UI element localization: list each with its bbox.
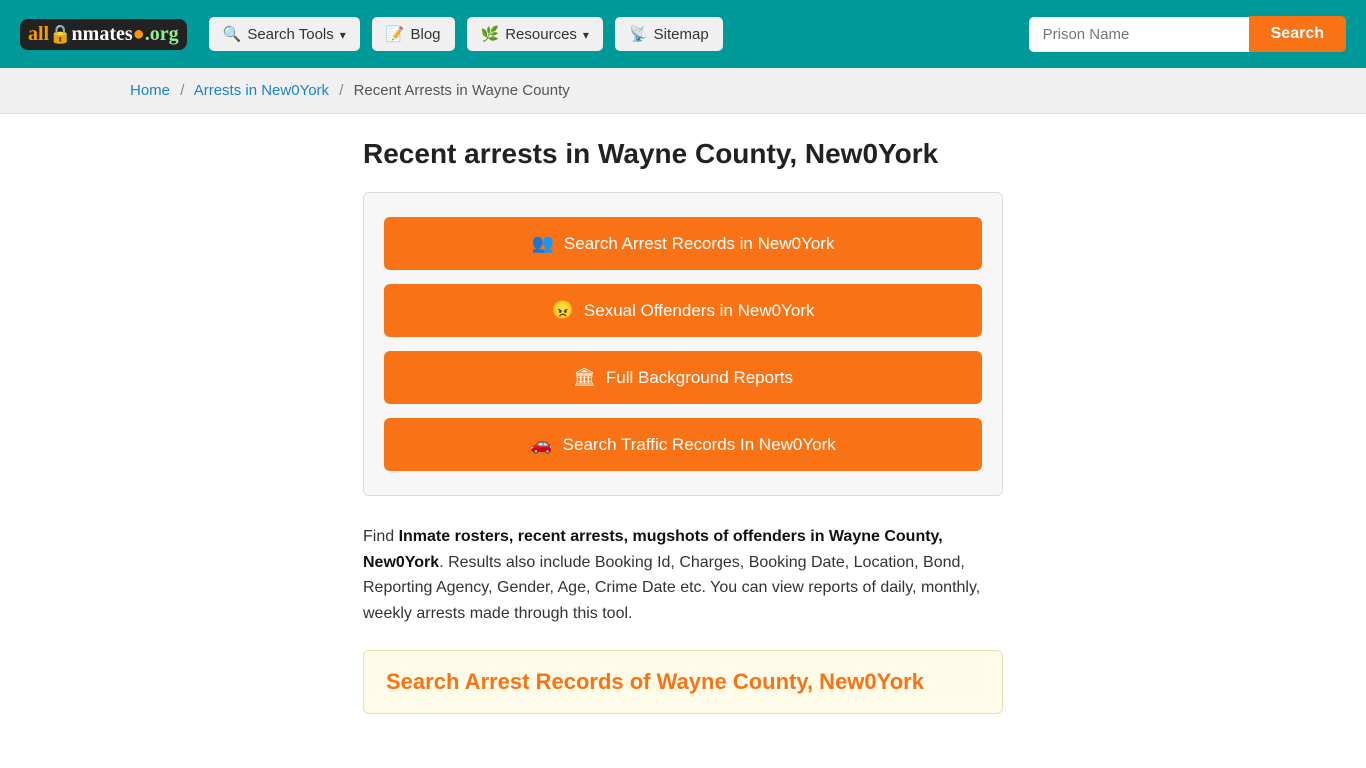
breadcrumb-bar: Home / Arrests in New0York / Recent Arre…: [0, 68, 1366, 114]
logo-org: .org: [145, 23, 179, 45]
sitemap-icon: 📡: [629, 25, 648, 43]
main-content: Recent arrests in Wayne County, New0York…: [233, 114, 1133, 754]
resources-icon: 🌿: [481, 25, 500, 43]
traffic-records-button[interactable]: 🚗 Search Traffic Records In New0York: [384, 418, 982, 471]
header-search-button[interactable]: Search: [1249, 16, 1346, 52]
sitemap-label: Sitemap: [654, 26, 709, 43]
blog-label: Blog: [411, 26, 441, 43]
breadcrumb-arrests[interactable]: Arrests in New0York: [194, 82, 329, 99]
search-tools-button[interactable]: 🔍 Search Tools: [209, 17, 360, 51]
resources-button[interactable]: 🌿 Resources: [467, 17, 603, 51]
chevron-down-icon-2: [583, 26, 589, 43]
header-search-bar: Search: [1029, 16, 1346, 52]
logo-all: all: [28, 23, 49, 45]
sep-1: /: [180, 82, 184, 99]
prison-name-input[interactable]: [1029, 17, 1249, 52]
bottom-section: Search Arrest Records of Wayne County, N…: [363, 650, 1003, 714]
description-prefix: Find: [363, 528, 399, 545]
search-icon: 🔍: [223, 25, 242, 43]
blog-icon: 📝: [386, 25, 405, 43]
sitemap-button[interactable]: 📡 Sitemap: [615, 17, 723, 51]
resources-label: Resources: [505, 26, 577, 43]
people-icon: 👥: [532, 233, 554, 254]
breadcrumb-home[interactable]: Home: [130, 82, 170, 99]
sexual-offenders-label: Sexual Offenders in New0York: [584, 301, 815, 321]
traffic-records-label: Search Traffic Records In New0York: [563, 435, 836, 455]
breadcrumb-current: Recent Arrests in Wayne County: [354, 82, 570, 99]
logo[interactable]: all🔒nmates●.org: [20, 19, 187, 50]
description-suffix: . Results also include Booking Id, Charg…: [363, 554, 980, 622]
bottom-section-title: Search Arrest Records of Wayne County, N…: [386, 669, 980, 695]
search-tools-label: Search Tools: [247, 26, 333, 43]
search-arrest-records-button[interactable]: 👥 Search Arrest Records in New0York: [384, 217, 982, 270]
chevron-down-icon: [340, 26, 346, 43]
logo-inmates: nmates: [72, 23, 133, 45]
building-icon: 🏛: [573, 367, 596, 388]
search-arrest-label: Search Arrest Records in New0York: [564, 234, 835, 254]
page-title: Recent arrests in Wayne County, New0York: [363, 138, 1003, 170]
header: all🔒nmates●.org 🔍 Search Tools 📝 Blog 🌿 …: [0, 0, 1366, 68]
blog-button[interactable]: 📝 Blog: [372, 17, 455, 51]
action-card: 👥 Search Arrest Records in New0York 😠 Se…: [363, 192, 1003, 496]
breadcrumb: Home / Arrests in New0York / Recent Arre…: [130, 82, 1236, 99]
offender-icon: 😠: [551, 300, 573, 321]
background-reports-button[interactable]: 🏛 Full Background Reports: [384, 351, 982, 404]
sexual-offenders-button[interactable]: 😠 Sexual Offenders in New0York: [384, 284, 982, 337]
background-reports-label: Full Background Reports: [606, 368, 793, 388]
sep-2: /: [339, 82, 343, 99]
car-icon: 🚗: [530, 434, 552, 455]
description-text: Find Inmate rosters, recent arrests, mug…: [363, 524, 1003, 626]
